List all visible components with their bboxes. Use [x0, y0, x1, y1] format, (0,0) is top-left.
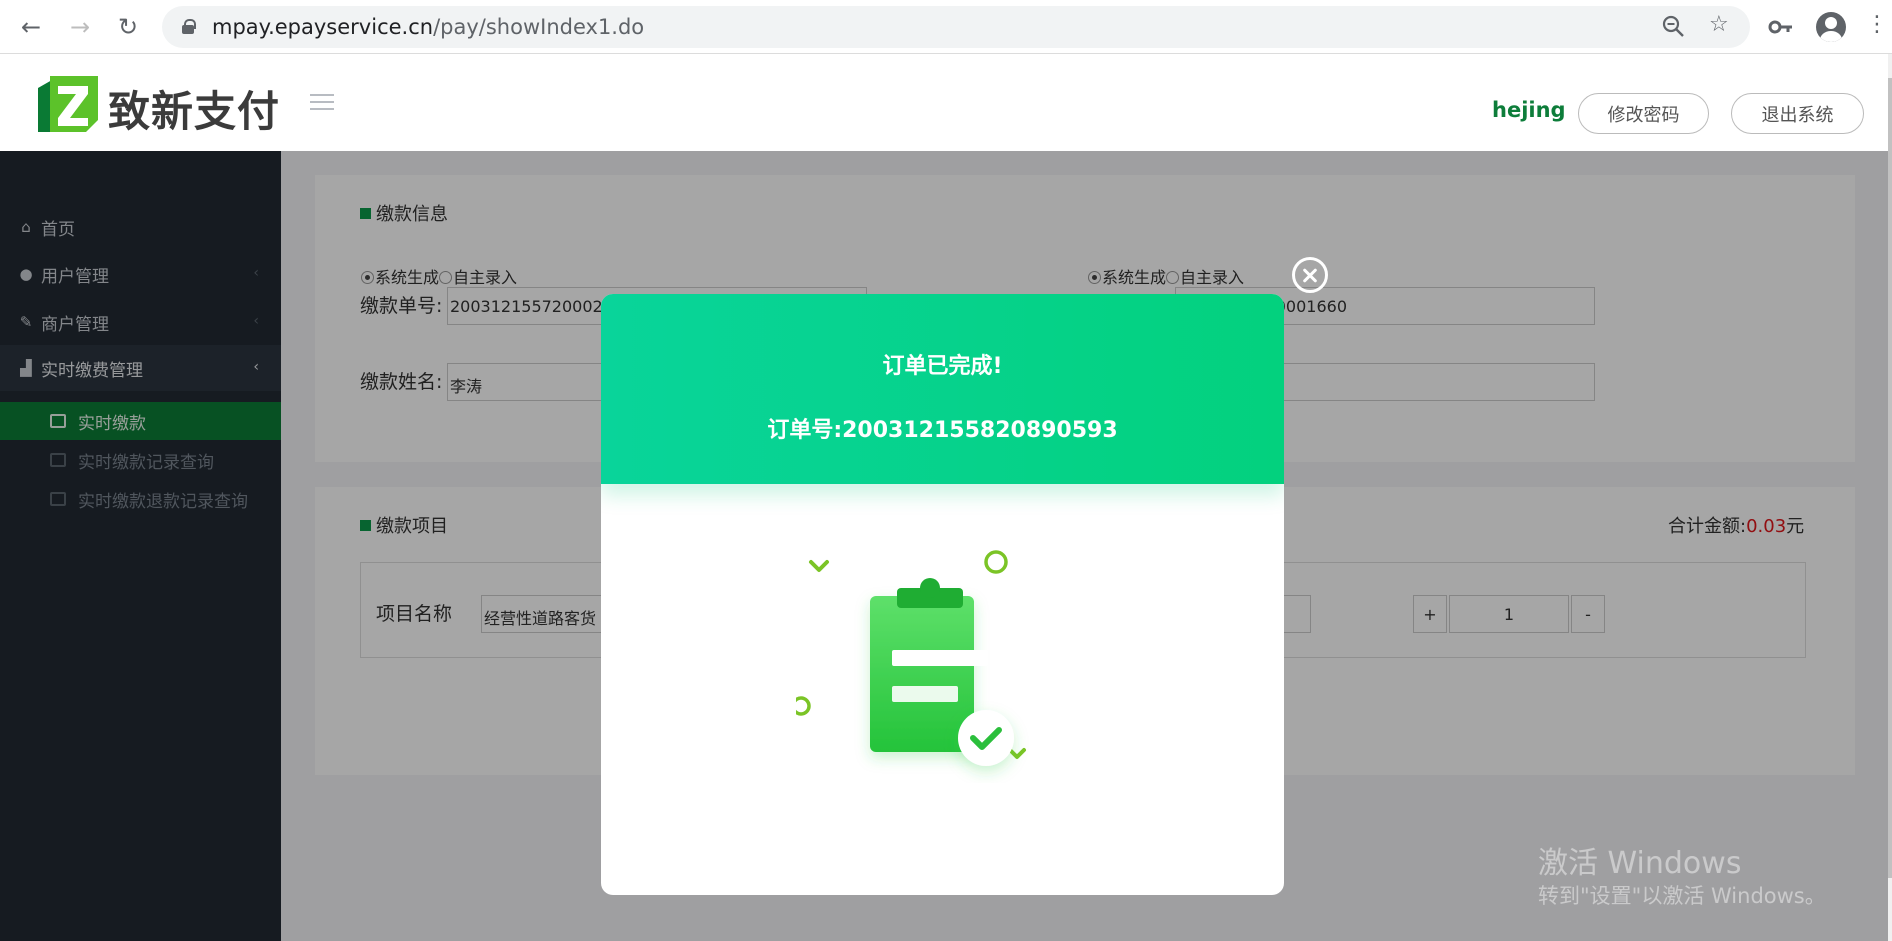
- bookmark-star-icon[interactable]: ☆: [1709, 12, 1729, 37]
- browser-toolbar: ← → ↻ mpay.epayservice.cn/pay/showIndex1…: [0, 0, 1892, 54]
- modal-title: 订单已完成!: [882, 354, 1003, 379]
- logout-button[interactable]: 退出系统: [1731, 93, 1864, 134]
- profile-avatar-icon[interactable]: [1816, 12, 1846, 42]
- windows-watermark-title: 激活 Windows: [1538, 846, 1742, 881]
- hamburger-menu-icon[interactable]: [310, 94, 334, 112]
- username: hejing: [1492, 98, 1566, 122]
- brand-logo-icon: [38, 76, 98, 132]
- back-arrow-icon[interactable]: ←: [16, 12, 46, 42]
- address-bar[interactable]: mpay.epayservice.cn/pay/showIndex1.do ☆: [162, 6, 1750, 48]
- url-text[interactable]: mpay.epayservice.cn/pay/showIndex1.do: [212, 15, 644, 39]
- modal-order-number: 订单号:200312155820890593: [767, 418, 1118, 443]
- zoom-icon[interactable]: [1661, 12, 1687, 48]
- clipboard-success-icon: [796, 550, 1026, 766]
- key-icon[interactable]: [1768, 12, 1794, 48]
- modal-header: 订单已完成! 订单号:200312155820890593: [601, 294, 1284, 484]
- lock-icon[interactable]: [182, 19, 196, 34]
- app-header: 致新支付 hejing 修改密码 退出系统: [0, 54, 1888, 151]
- page-scrollbar[interactable]: [1888, 54, 1892, 941]
- brand-name: 致新支付: [108, 87, 281, 136]
- windows-watermark-subtitle: 转到"设置"以激活 Windows。: [1538, 884, 1826, 908]
- scrollbar-thumb[interactable]: [1888, 78, 1892, 878]
- modal-close-icon[interactable]: [1292, 257, 1328, 293]
- menu-dots-icon[interactable]: ⋮: [1866, 12, 1888, 37]
- reload-icon[interactable]: ↻: [113, 12, 143, 42]
- order-complete-modal: 订单已完成! 订单号:200312155820890593: [601, 294, 1284, 895]
- forward-arrow-icon[interactable]: →: [65, 12, 95, 42]
- change-password-button[interactable]: 修改密码: [1578, 93, 1709, 134]
